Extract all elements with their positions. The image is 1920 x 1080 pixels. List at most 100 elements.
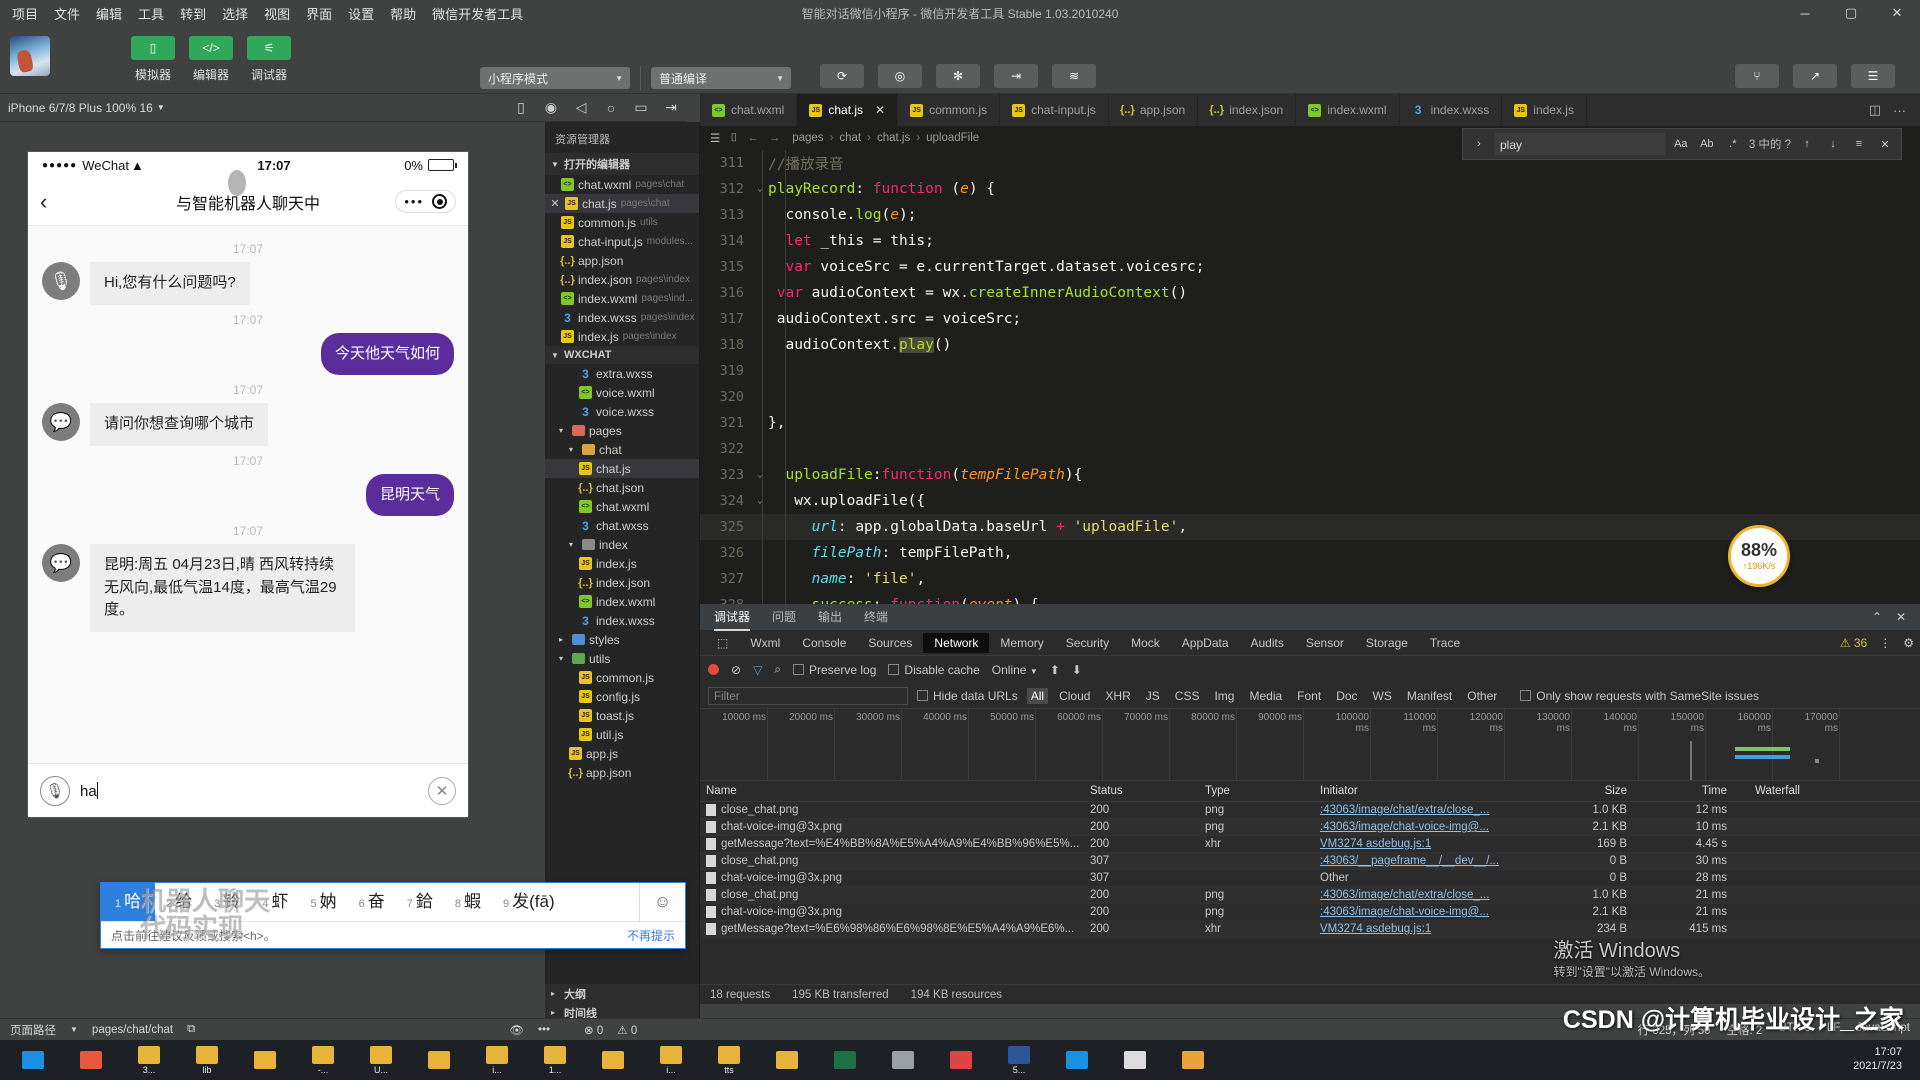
taskbar-item-folder-icon[interactable]: tts bbox=[700, 1040, 758, 1080]
menu-item-7[interactable]: 界面 bbox=[306, 4, 332, 23]
download-icon[interactable]: ⬇ bbox=[1072, 663, 1082, 677]
filter-type-Doc[interactable]: Doc bbox=[1332, 688, 1361, 704]
devtools-tab-Audits[interactable]: Audits bbox=[1240, 633, 1295, 653]
disable-cache-checkbox[interactable]: Disable cache bbox=[888, 663, 980, 677]
filter-type-Img[interactable]: Img bbox=[1210, 688, 1238, 704]
close-icon[interactable]: ✕ bbox=[549, 197, 561, 210]
open-editor-index.json[interactable]: {..} index.json pages\index bbox=[545, 270, 699, 289]
record-icon[interactable]: ◉ bbox=[536, 99, 566, 116]
more-icon[interactable]: ••• bbox=[404, 194, 424, 209]
close-circle-icon[interactable]: ✕ bbox=[428, 776, 456, 805]
tree-item-chat.json[interactable]: {..} chat.json bbox=[545, 478, 699, 497]
back-icon[interactable]: ← bbox=[747, 132, 759, 144]
ime-candidate-6[interactable]: 6 奋 bbox=[348, 883, 396, 921]
open-editor-index.wxss[interactable]: 3 index.wxss pages\index bbox=[545, 308, 699, 327]
taskbar-item-folder-icon[interactable] bbox=[410, 1040, 468, 1080]
chevron-icon[interactable]: ▾ bbox=[559, 426, 568, 435]
bookmark-icon[interactable]: ⌷ bbox=[730, 132, 737, 145]
table-row[interactable]: chat-voice-img@3x.png 200 png :43063/ima… bbox=[700, 904, 1920, 921]
mode-select[interactable]: 小程序模式 ▼ bbox=[480, 67, 630, 89]
chevron-right-icon[interactable]: › bbox=[1469, 138, 1489, 150]
editor-tab-common.js[interactable]: JS common.js bbox=[898, 94, 1001, 126]
tree-item-styles[interactable]: ▸ styles bbox=[545, 630, 699, 649]
whole-word-icon[interactable]: Ab bbox=[1697, 138, 1717, 150]
copy-icon[interactable]: ⧉ bbox=[187, 1023, 195, 1036]
devtools-tab-Sensor[interactable]: Sensor bbox=[1295, 633, 1355, 653]
editor-tab-index.wxml[interactable]: <> index.wxml bbox=[1296, 94, 1400, 126]
chevron-icon[interactable]: ▾ bbox=[559, 654, 568, 663]
ime-candidate-2[interactable]: 2 给 bbox=[155, 883, 203, 921]
devtools-top-tab-调试器[interactable]: 调试器 bbox=[714, 604, 751, 631]
forward-icon[interactable]: → bbox=[769, 132, 781, 144]
column-header-Initiator[interactable]: Initiator bbox=[1320, 785, 1535, 797]
editor-tab-chat-input.js[interactable]: JS chat-input.js bbox=[1000, 94, 1109, 126]
taskbar-item-folder-icon[interactable]: U... bbox=[352, 1040, 410, 1080]
chevron-down-icon[interactable]: ▼ bbox=[70, 1025, 78, 1034]
ime-candidate-4[interactable]: 4 虾 bbox=[251, 883, 299, 921]
filter-type-Font[interactable]: Font bbox=[1293, 688, 1325, 704]
inspect-icon[interactable]: ⬚ bbox=[706, 633, 739, 653]
taskbar-item-windows-icon[interactable] bbox=[4, 1040, 62, 1080]
toolbar-模拟器[interactable]: ▯ 模拟器 bbox=[126, 36, 180, 83]
filter-type-CSS[interactable]: CSS bbox=[1171, 688, 1204, 704]
menu-item-3[interactable]: 工具 bbox=[138, 4, 164, 23]
menu-item-0[interactable]: 项目 bbox=[12, 4, 38, 23]
find-input[interactable]: play bbox=[1495, 133, 1665, 155]
devtools-tab-AppData[interactable]: AppData bbox=[1171, 633, 1240, 653]
taskbar-item-folder-icon[interactable]: 1... bbox=[526, 1040, 584, 1080]
taskbar-item-folder-icon[interactable]: -... bbox=[294, 1040, 352, 1080]
tree-item-voice.wxml[interactable]: <> voice.wxml bbox=[545, 383, 699, 402]
chevron-icon[interactable]: ▸ bbox=[559, 635, 568, 644]
filter-type-Other[interactable]: Other bbox=[1463, 688, 1501, 704]
tree-item-extra.wxss[interactable]: 3 extra.wxss bbox=[545, 364, 699, 383]
avatar[interactable] bbox=[10, 36, 50, 76]
filter-type-WS[interactable]: WS bbox=[1369, 688, 1396, 704]
devtools-tab-Storage[interactable]: Storage bbox=[1355, 633, 1419, 653]
breadcrumb-item-3[interactable]: uploadFile bbox=[926, 132, 979, 144]
chevron-icon[interactable]: ▾ bbox=[569, 445, 578, 454]
editor-tab-index.json[interactable]: {..} index.json bbox=[1198, 94, 1297, 126]
more-icon[interactable]: ··· bbox=[1893, 103, 1906, 118]
tree-item-common.js[interactable]: JS common.js bbox=[545, 668, 699, 687]
tree-item-chat.js[interactable]: JS chat.js bbox=[545, 459, 699, 478]
close-icon[interactable]: ✕ bbox=[1896, 610, 1906, 624]
taskbar-item-chrome2-icon[interactable] bbox=[932, 1040, 990, 1080]
upload-icon[interactable]: ⬆ bbox=[1050, 663, 1060, 677]
match-case-icon[interactable]: Aa bbox=[1671, 138, 1691, 150]
open-editor-chat-input.js[interactable]: JS chat-input.js modules... bbox=[545, 232, 699, 251]
tree-item-index.wxml[interactable]: <> index.wxml bbox=[545, 592, 699, 611]
search-icon[interactable]: ⌕ bbox=[774, 662, 781, 677]
collapse-icon[interactable]: ⇥ bbox=[656, 99, 686, 116]
ime-candidate-7[interactable]: 7 鉿 bbox=[396, 883, 444, 921]
settings-icon[interactable]: ⚙ bbox=[1903, 636, 1914, 650]
menu-item-8[interactable]: 设置 bbox=[348, 4, 374, 23]
taskbar-item-excel-icon[interactable] bbox=[816, 1040, 874, 1080]
open-editor-app.json[interactable]: {..} app.json bbox=[545, 251, 699, 270]
tree-item-index.wxss[interactable]: 3 index.wxss bbox=[545, 611, 699, 630]
open-editor-chat.wxml[interactable]: <> chat.wxml pages\chat bbox=[545, 175, 699, 194]
editor-tab-chat.wxml[interactable]: <> chat.wxml bbox=[700, 94, 798, 126]
ime-candidate-5[interactable]: 5 妠 bbox=[300, 883, 348, 921]
tree-item-utils[interactable]: ▾ utils bbox=[545, 649, 699, 668]
devtools-tab-Security[interactable]: Security bbox=[1055, 633, 1120, 653]
table-row[interactable]: getMessage?text=%E4%BB%8A%E5%A4%A9%E4%BB… bbox=[700, 836, 1920, 853]
open-editor-chat.js[interactable]: ✕ JS chat.js pages\chat bbox=[545, 194, 699, 213]
tree-item-voice.wxss[interactable]: 3 voice.wxss bbox=[545, 402, 699, 421]
throttling-select[interactable]: Online ▼ bbox=[992, 663, 1038, 677]
column-header-Waterfall[interactable]: Waterfall bbox=[1745, 785, 1920, 797]
menu-item-9[interactable]: 帮助 bbox=[390, 4, 416, 23]
table-row[interactable]: getMessage?text=%E6%98%86%E6%98%8E%E5%A4… bbox=[700, 921, 1920, 938]
mic-icon[interactable]: 🎙 bbox=[40, 775, 70, 806]
column-header-Size[interactable]: Size bbox=[1535, 785, 1645, 797]
taskbar-item-folder-icon[interactable]: lib bbox=[178, 1040, 236, 1080]
ime-candidate-3[interactable]: 3 铃 bbox=[203, 883, 251, 921]
tree-item-config.js[interactable]: JS config.js bbox=[545, 687, 699, 706]
code-line[interactable]: 312 ⌄ playRecord: function (e) { bbox=[700, 176, 1920, 202]
clear-icon[interactable]: ⊘ bbox=[731, 663, 741, 677]
select-all-matches-icon[interactable]: ≡ bbox=[1849, 138, 1869, 150]
menu-item-6[interactable]: 视图 bbox=[264, 4, 290, 23]
taskbar-item-wechat-devtool-icon[interactable] bbox=[1164, 1040, 1222, 1080]
code-line[interactable]: 328 ⌄ success: function(event) { bbox=[700, 592, 1920, 604]
up-arrow-icon[interactable]: ↑ bbox=[1797, 138, 1817, 150]
code-line[interactable]: 313 console.log(e); bbox=[700, 202, 1920, 228]
